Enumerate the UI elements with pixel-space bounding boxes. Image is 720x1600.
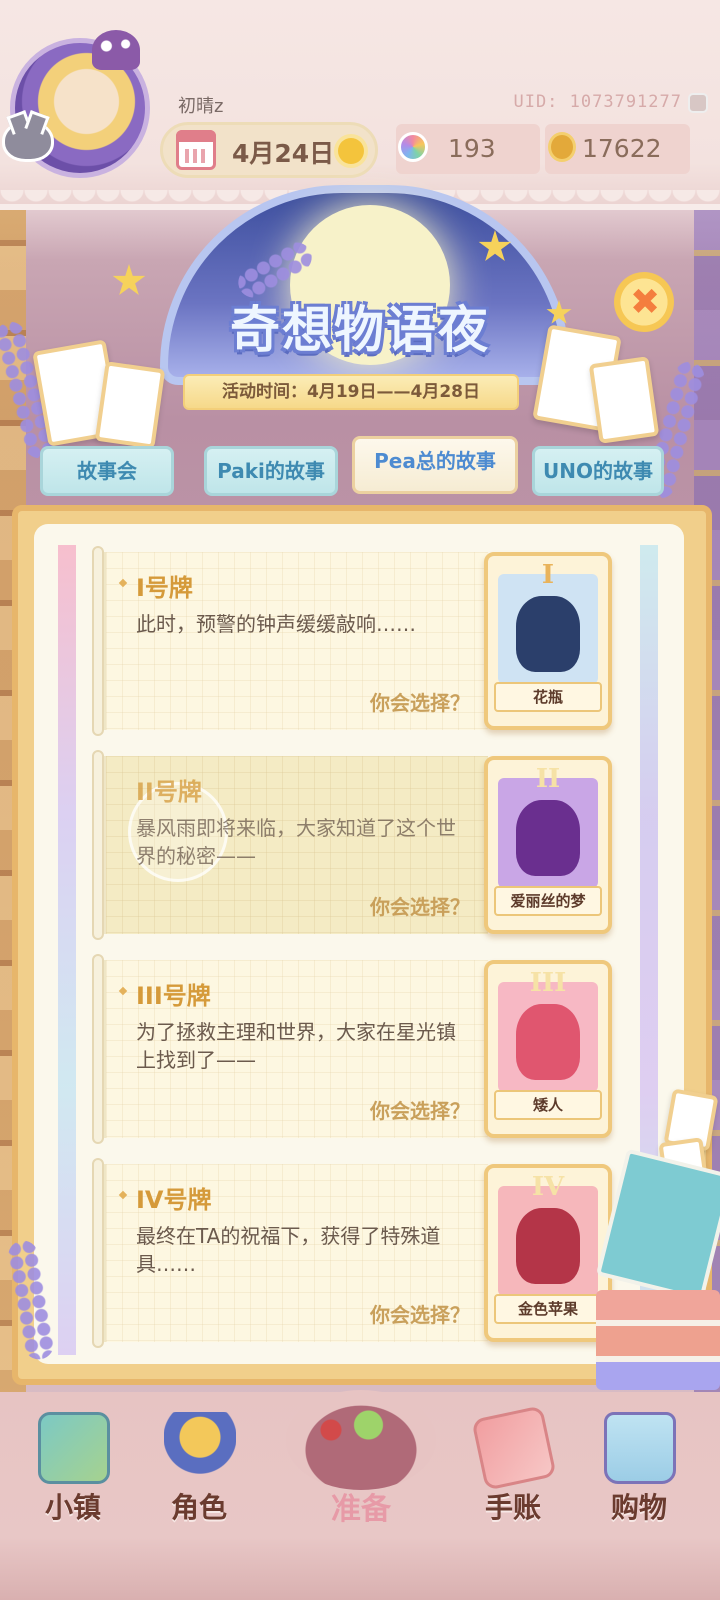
journal-icon [471, 1405, 557, 1491]
entry-text: 此时，预警的钟声缓缓敲响…… [136, 612, 416, 636]
nav-character[interactable]: 角色 [144, 1400, 254, 1540]
story-entry[interactable]: II号牌 暴风雨即将来临，大家知道了这个世界的秘密—— 你会选择？ [92, 750, 488, 940]
cat-pet-icon [2, 120, 54, 162]
vase-icon [516, 596, 580, 672]
coin-icon [548, 132, 576, 162]
card-numeral: I [541, 560, 555, 590]
alice-dream-icon [516, 800, 580, 876]
entry-text: 为了拯救主理和世界，大家在星光镇上找到了—— [136, 1020, 456, 1072]
tarot-card[interactable]: II 爱丽丝的梦 [484, 756, 612, 934]
card-numeral: IV [531, 1172, 565, 1202]
mushroom-hat-icon [92, 30, 140, 70]
sparkle-icon [118, 986, 128, 996]
nav-label: 角色 [170, 1491, 227, 1524]
entry-text: 暴风雨即将来临，大家知道了这个世界的秘密—— [136, 816, 456, 868]
choose-prompt[interactable]: 你会选择？ [370, 891, 470, 920]
choose-prompt[interactable]: 你会选择？ [370, 1299, 470, 1328]
tab-paki-story[interactable]: Paki的故事 [204, 446, 338, 496]
scroll-rod [92, 750, 104, 940]
close-icon[interactable]: ✖ [630, 282, 660, 323]
card-label: 矮人 [494, 1090, 602, 1120]
sparkle-icon [118, 578, 128, 588]
tab-story-meeting[interactable]: 故事会 [40, 446, 174, 496]
scroll-rod [92, 1158, 104, 1348]
entry-title: I号牌 [136, 574, 193, 602]
cat-card-decoration [588, 356, 660, 444]
username: 初晴z [178, 96, 224, 117]
book-stack-icon [596, 1290, 720, 1390]
scroll-rod [92, 954, 104, 1144]
gem-count: 193 [448, 134, 496, 163]
entry-title: III号牌 [136, 982, 211, 1010]
sun-weather-icon [338, 138, 364, 164]
nav-label: 购物 [610, 1491, 667, 1524]
rainbow-gem-icon [398, 132, 428, 162]
nav-town[interactable]: 小镇 [18, 1400, 128, 1540]
scroll-rod [92, 546, 104, 736]
calendar-icon [176, 130, 216, 170]
card-label: 花瓶 [494, 682, 602, 712]
nav-prepare[interactable]: 准备 [286, 1390, 436, 1540]
nav-shopping[interactable]: 购物 [584, 1400, 694, 1540]
uid-label: UID: 1073791277 [513, 92, 682, 112]
sparkle-icon [118, 1190, 128, 1200]
event-time: 活动时间：4月19日——4月28日 [183, 374, 519, 410]
current-date: 4月24日 [232, 139, 335, 168]
story-tabs: 故事会 Paki的故事 Pea总的故事 UNO的故事 [0, 436, 720, 506]
dwarf-icon [516, 1004, 580, 1080]
character-icon [164, 1412, 236, 1484]
choose-prompt[interactable]: 你会选择？ [370, 1095, 470, 1124]
choose-prompt[interactable]: 你会选择？ [370, 687, 470, 716]
card-label: 爱丽丝的梦 [494, 886, 602, 916]
nav-label: 准备 [331, 1492, 391, 1527]
nav-label: 小镇 [44, 1491, 101, 1524]
tarot-card[interactable]: III 矮人 [484, 960, 612, 1138]
event-title: 奇想物语夜 [230, 301, 490, 359]
entry-text: 最终在TA的祝福下，获得了特殊道具…… [136, 1224, 441, 1276]
nav-label: 手账 [484, 1491, 541, 1524]
copy-uid-icon[interactable] [688, 93, 708, 113]
rainbow-stripe-left [58, 545, 76, 1355]
story-entry[interactable]: III号牌 为了拯救主理和世界，大家在星光镇上找到了—— 你会选择？ [92, 954, 488, 1144]
tarot-card[interactable]: I 花瓶 [484, 552, 612, 730]
entry-title: IV号牌 [136, 1186, 212, 1214]
card-numeral: III [529, 968, 567, 998]
coin-count: 17622 [582, 134, 662, 163]
tarot-card[interactable]: IV 金色苹果 [484, 1164, 612, 1342]
golden-apple-icon [516, 1208, 580, 1284]
story-entry[interactable]: I号牌 此时，预警的钟声缓缓敲响…… 你会选择？ [92, 546, 488, 736]
prepare-icon [286, 1390, 436, 1490]
tab-pea-story[interactable]: Pea总的故事 [352, 436, 518, 494]
map-icon [38, 1412, 110, 1484]
nav-journal[interactable]: 手账 [458, 1400, 568, 1540]
tab-uno-story[interactable]: UNO的故事 [532, 446, 664, 496]
story-entry[interactable]: IV号牌 最终在TA的祝福下，获得了特殊道具…… 你会选择？ [92, 1158, 488, 1348]
card-numeral: II [535, 764, 561, 794]
entry-title: II号牌 [136, 778, 202, 806]
shopping-bag-icon [604, 1412, 676, 1484]
card-label: 金色苹果 [494, 1294, 602, 1324]
